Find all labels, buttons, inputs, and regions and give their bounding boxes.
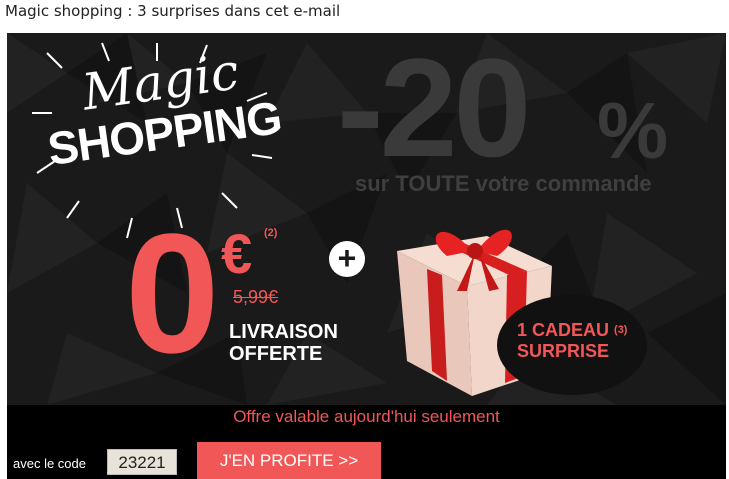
shipping-footnote-ref: (2) [264,227,278,239]
shipping-line-2: OFFERTE [229,343,323,365]
promo-code[interactable]: 23221 [107,449,177,475]
cta-button[interactable]: J'EN PROFITE >> [197,442,381,479]
gift-line-2: SURPRISE [517,341,610,361]
gift-label: 1 CADEAU (3) SURPRISE [517,320,647,362]
discount-unit: % [597,86,669,175]
old-shipping-price: 5,99€ [233,287,279,307]
promo-banner[interactable]: Magic SHOPPING -20 % sur TOUTE votre com… [7,33,726,405]
free-shipping-label: LIVRAISON OFFERTE [229,321,359,365]
plus-icon: + [329,241,365,277]
email-subject: Magic shopping : 3 surprises dans cet e-… [5,2,341,20]
code-label: avec le code [13,456,86,471]
gift-line-1: 1 CADEAU [517,320,610,340]
currency-symbol: € [221,222,253,285]
discount-value: -20 [337,33,531,186]
discount-scope: sur TOUTE votre commande [355,171,652,196]
validity-text: Offre valable aujourd'hui seulement [233,407,500,426]
shipping-line-1: LIVRAISON [229,321,338,343]
shipping-price: 0 [125,199,220,389]
offer-footer: Offre valable aujourd'hui seulement avec… [7,405,726,479]
gift-footnote-ref: (3) [614,324,628,336]
